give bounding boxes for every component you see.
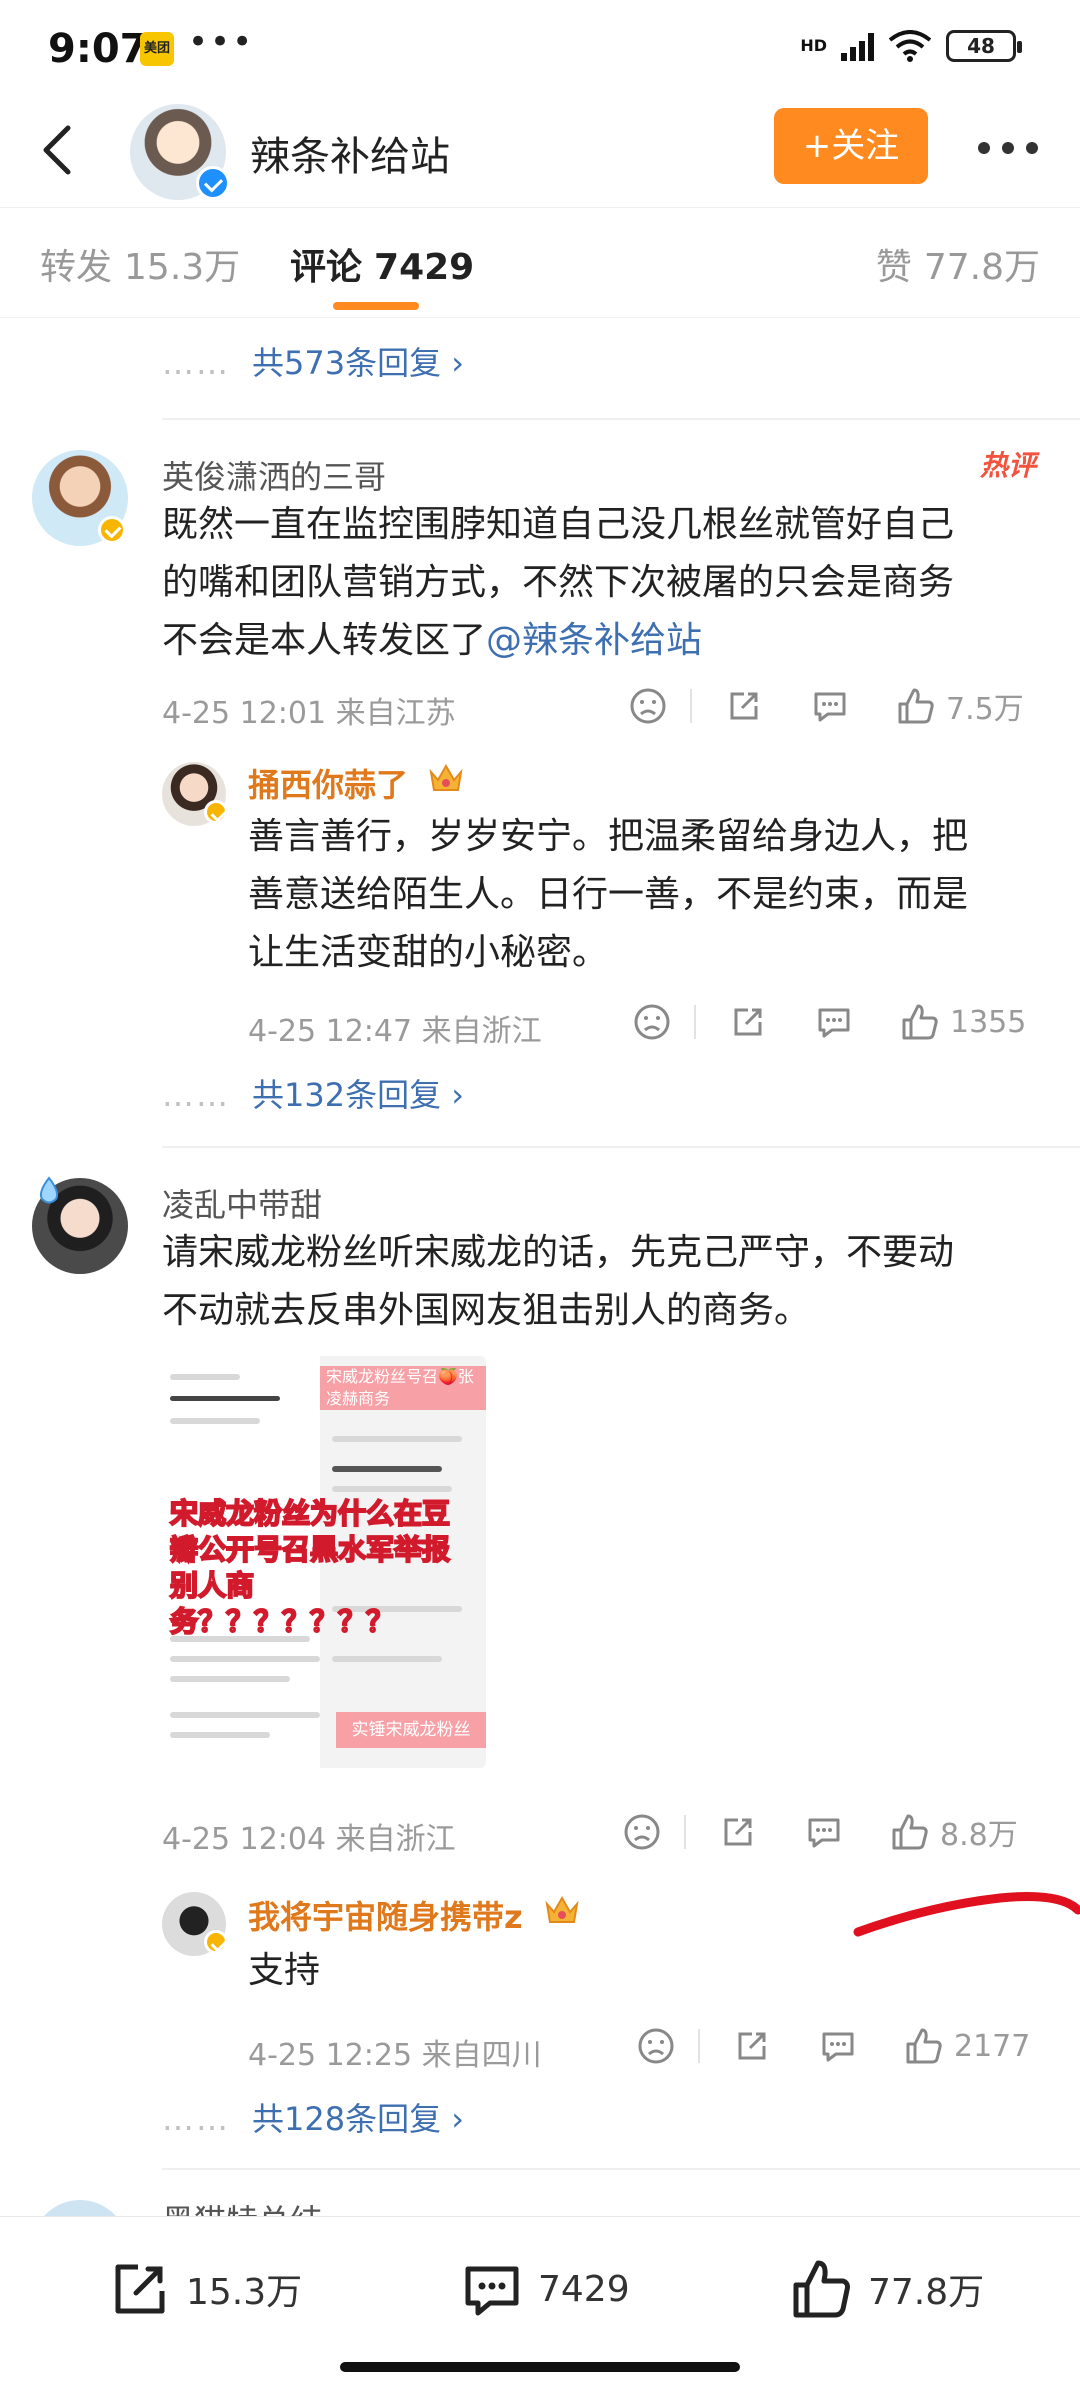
reply-author-name[interactable]: 捅西你蒜了: [248, 760, 408, 806]
image-header-band: 宋威龙粉丝号召🍑张凌赫商务: [320, 1366, 486, 1410]
mention-link[interactable]: @辣条补给站: [486, 620, 702, 661]
wifi-icon: [888, 30, 932, 62]
share-icon[interactable]: [724, 686, 764, 726]
signal-icon: [841, 31, 874, 61]
reply-icon[interactable]: [810, 686, 850, 726]
red-scribble-annotation: [853, 1892, 1080, 1937]
back-arrow-icon[interactable]: [28, 118, 88, 182]
share-icon[interactable]: [732, 2026, 772, 2066]
more-options-icon[interactable]: [968, 122, 1048, 172]
comment-actions: 7.5万: [628, 684, 1024, 728]
comment-icon: [465, 2266, 519, 2316]
like-icon[interactable]: [904, 2026, 944, 2066]
verified-badge-icon: [204, 800, 228, 824]
like-icon: [793, 2260, 850, 2318]
dislike-icon[interactable]: [636, 2026, 676, 2066]
like-icon[interactable]: [890, 1812, 930, 1852]
reply-icon[interactable]: [804, 1812, 844, 1852]
active-tab-indicator: [333, 302, 419, 310]
tab-comment[interactable]: 评论 7429: [290, 238, 474, 290]
account-name[interactable]: 辣条补给站: [250, 124, 450, 182]
reply-actions: 1355: [632, 1002, 1026, 1042]
comment-actions: 8.8万: [622, 1810, 1018, 1854]
image-footer-band: 实锤宋威龙粉丝: [336, 1712, 486, 1748]
verified-badge-icon: [98, 516, 126, 544]
meituan-app-icon: 美团: [140, 32, 174, 66]
dislike-icon[interactable]: [628, 686, 668, 726]
comment-text: 请宋威龙粉丝听宋威龙的话，先克己严守，不要动 不动就去反串外国网友狙击别人的商务…: [162, 1232, 955, 1331]
view-replies-link[interactable]: …… 共132条回复 ›: [162, 1070, 464, 1116]
reply-meta: 4-25 12:47 来自浙江: [248, 1014, 542, 1049]
hot-comment-tag: 热评: [980, 449, 1037, 482]
view-replies-link[interactable]: …… 共128条回复 ›: [162, 2094, 464, 2140]
sweat-drop-icon: [39, 1176, 59, 1204]
crown-icon: [429, 763, 463, 791]
commenter-name-partial: 黑猫特总结: [162, 2196, 322, 2216]
dislike-icon[interactable]: [622, 1812, 662, 1852]
commenter-name[interactable]: 英俊潇洒的三哥: [162, 452, 386, 498]
status-more-icon: •••: [188, 22, 255, 62]
share-icon[interactable]: [718, 1812, 758, 1852]
comment-divider: [162, 418, 1080, 420]
status-time: 9:07: [48, 26, 148, 72]
bottom-like-button[interactable]: 77.8万: [790, 2257, 984, 2321]
battery-icon: 48: [946, 30, 1022, 62]
status-bar: 9:07 美团 ••• HD 48: [0, 0, 1080, 96]
share-icon[interactable]: [728, 1002, 768, 1042]
like-count: 7.5万: [946, 692, 1024, 727]
status-right-group: HD 48: [800, 30, 1022, 62]
reply-actions: 2177: [636, 2026, 1030, 2066]
comment-divider: [162, 2168, 1080, 2170]
commenter-name[interactable]: 凌乱中带甜: [162, 1180, 322, 1226]
reply-icon[interactable]: [814, 1002, 854, 1042]
comment-image[interactable]: 宋威龙粉丝号召🍑张凌赫商务 宋威龙粉丝为什么在豆瓣公开号召黑水军举报别人商务？？…: [162, 1356, 486, 1768]
like-count: 1355: [950, 1004, 1027, 1040]
dislike-icon[interactable]: [632, 1002, 672, 1042]
verified-badge-icon: [204, 1930, 228, 1954]
like-count: 8.8万: [940, 1818, 1018, 1853]
bottom-action-bar: 15.3万 7429 77.8万: [0, 2216, 1080, 2400]
tab-repost[interactable]: 转发 15.3万: [40, 238, 240, 290]
like-icon[interactable]: [900, 1002, 940, 1042]
reply-text: 善言善行，岁岁安宁。把温柔留给身边人，把 善意送给陌生人。日行一善，不是约束，而…: [248, 816, 969, 973]
tab-like[interactable]: 赞 77.8万: [876, 238, 1040, 290]
reply-meta: 4-25 12:25 来自四川: [248, 2038, 542, 2073]
network-type: HD: [800, 36, 827, 55]
comment-meta: 4-25 12:01 来自江苏: [162, 696, 456, 731]
follow-button[interactable]: +关注: [774, 108, 928, 184]
tab-bar: 转发 15.3万 评论 7429 赞 77.8万: [0, 208, 1080, 318]
crown-icon: [545, 1895, 579, 1923]
reply-icon[interactable]: [818, 2026, 858, 2066]
comment-divider: [162, 1146, 1080, 1148]
reply-text: 支持: [248, 1950, 321, 1991]
repost-icon: [115, 2264, 165, 2314]
comment-text: 既然一直在监控围脖知道自己没几根丝就管好自己 的嘴和团队营销方式，不然下次被屠的…: [162, 504, 955, 661]
view-replies-link[interactable]: …… 共573条回复 ›: [162, 338, 464, 384]
verified-badge-icon: [196, 166, 230, 200]
reply-author-name[interactable]: 我将宇宙随身携带z: [248, 1892, 523, 1938]
home-indicator[interactable]: [340, 2362, 740, 2372]
image-overlay-text: 宋威龙粉丝为什么在豆瓣公开号召黑水军举报别人商务？？？？？？？: [169, 1496, 451, 1639]
like-count: 2177: [954, 2028, 1031, 2064]
bottom-repost-button[interactable]: 15.3万: [108, 2257, 302, 2321]
comment-meta: 4-25 12:04 来自浙江: [162, 1822, 456, 1857]
page-header: 辣条补给站 +关注: [0, 96, 1080, 208]
bottom-comment-button[interactable]: 7429: [460, 2257, 630, 2321]
like-icon[interactable]: [896, 686, 936, 726]
